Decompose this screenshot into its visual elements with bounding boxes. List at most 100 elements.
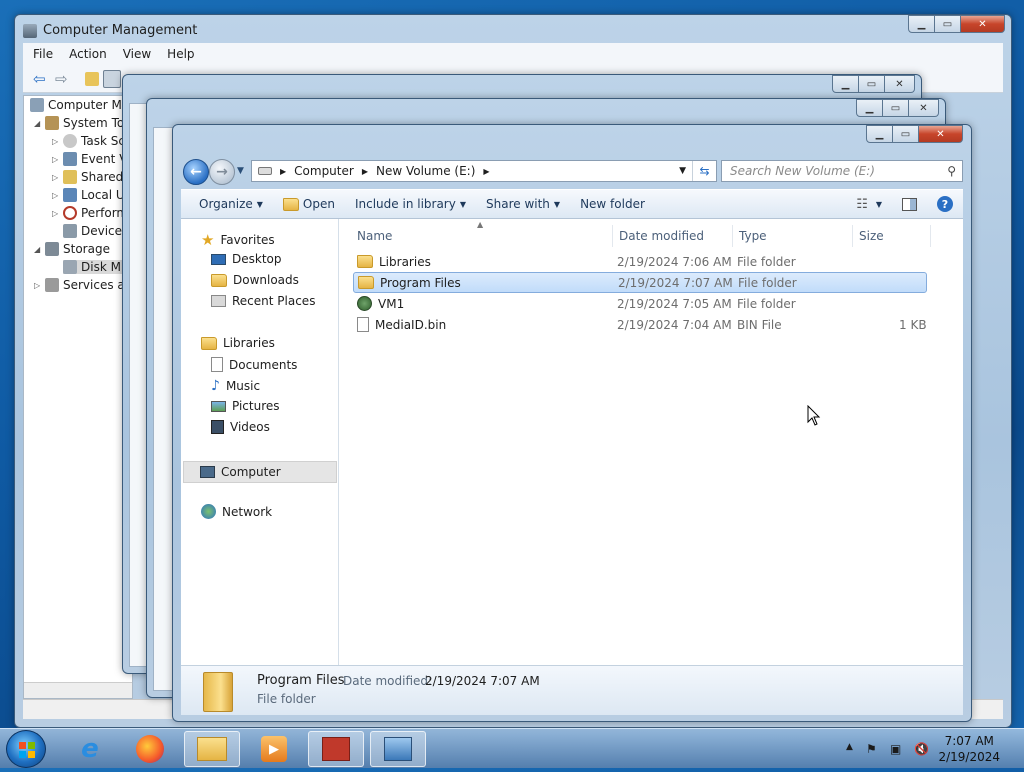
tree-item-event-viewer[interactable]: ▷ Event V [52, 152, 127, 166]
tree-item-shared-folders[interactable]: ▷ Shared [52, 170, 123, 184]
maximize-button[interactable]: ▭ [883, 99, 909, 117]
back-button[interactable]: ← [183, 159, 209, 185]
breadcrumb-computer[interactable]: Computer [294, 164, 354, 178]
collapse-arrow-icon[interactable]: ▷ [52, 155, 59, 164]
minimize-button[interactable]: ▁ [908, 15, 935, 33]
breadcrumb-new-volume[interactable]: New Volume (E:) [376, 164, 475, 178]
include-in-library-button[interactable]: Include in library ▼ [345, 197, 476, 211]
maximize-button[interactable]: ▭ [935, 15, 961, 33]
expand-arrow-icon[interactable]: ◢ [34, 119, 41, 128]
drive-icon [258, 167, 272, 175]
back-arrow-icon[interactable]: ⇦ [33, 70, 51, 88]
minimize-button[interactable]: ▁ [832, 75, 859, 93]
column-header-size[interactable]: Size [853, 225, 931, 247]
nav-network[interactable]: Network [201, 504, 272, 519]
search-icon[interactable]: ⚲ [947, 164, 956, 178]
organize-button[interactable]: Organize ▼ [181, 197, 273, 211]
show-hide-tree-icon[interactable] [103, 69, 121, 88]
collapse-arrow-icon[interactable]: ▷ [52, 173, 59, 182]
internet-explorer-icon: e [81, 734, 99, 764]
search-input[interactable]: Search New Volume (E:) ⚲ [721, 160, 963, 182]
show-hidden-icons-icon[interactable]: ▲ [846, 742, 860, 756]
close-button[interactable]: ✕ [885, 75, 915, 93]
collapse-arrow-icon[interactable]: ▷ [52, 137, 59, 146]
file-row-mediaid[interactable]: MediaID.bin 2/19/2024 7:04 AM BIN File 1… [353, 314, 927, 335]
taskbar-control-panel[interactable] [370, 731, 426, 767]
maximize-button[interactable]: ▭ [893, 125, 919, 143]
tree-item-performance[interactable]: ▷ Perform [52, 206, 128, 220]
nav-computer[interactable]: Computer [183, 461, 337, 483]
recent-places-icon [211, 295, 226, 307]
file-row-libraries[interactable]: Libraries 2/19/2024 7:06 AM File folder [353, 251, 927, 272]
collapse-arrow-icon[interactable]: ▷ [52, 191, 59, 200]
tree-item-storage[interactable]: ◢ Storage [34, 242, 110, 256]
column-header-name[interactable]: Name ▲ [351, 220, 613, 247]
address-dropdown-icon[interactable]: ▼ [679, 166, 686, 176]
column-header-type[interactable]: Type [733, 225, 853, 247]
file-size: 1 KB [899, 317, 927, 332]
documents-icon [211, 357, 223, 372]
breadcrumb-arrow-icon[interactable]: ▶ [280, 167, 286, 176]
close-button[interactable]: ✕ [909, 99, 939, 117]
tree-item-device-manager[interactable]: Device [63, 224, 122, 238]
collapse-arrow-icon[interactable]: ▷ [52, 209, 59, 218]
preview-pane-button[interactable] [892, 197, 927, 211]
nav-libraries[interactable]: Libraries [201, 336, 275, 350]
menu-file[interactable]: File [33, 47, 53, 61]
tree-item-local-users[interactable]: ▷ Local U [52, 188, 125, 202]
breadcrumb-arrow-icon[interactable]: ▶ [362, 167, 368, 176]
taskbar-explorer[interactable] [184, 731, 240, 767]
close-button[interactable]: ✕ [961, 15, 1005, 33]
file-row-vm1[interactable]: VM1 2/19/2024 7:05 AM File folder [353, 293, 927, 314]
breadcrumb-arrow-icon[interactable]: ▶ [483, 167, 489, 176]
file-row-program-files[interactable]: Program Files 2/19/2024 7:07 AM File fol… [353, 272, 927, 293]
volume-muted-icon[interactable]: 🔇 [914, 742, 929, 756]
nav-documents[interactable]: Documents [211, 357, 297, 372]
action-center-flag-icon[interactable]: ⚑ [866, 742, 880, 756]
taskbar-computer-management[interactable] [308, 731, 364, 767]
clock[interactable]: 7:07 AM 2/19/2024 [938, 733, 1000, 765]
new-folder-button[interactable]: New folder [570, 197, 655, 211]
nav-recent-places[interactable]: Recent Places [211, 294, 315, 308]
maximize-button[interactable]: ▭ [859, 75, 885, 93]
taskbar-media-player[interactable]: ▶ [246, 731, 302, 767]
tree-item-system-tools[interactable]: ◢ System To [34, 116, 124, 130]
share-with-button[interactable]: Share with ▼ [476, 197, 570, 211]
tree-label: Device [81, 224, 123, 238]
minimize-button[interactable]: ▁ [856, 99, 883, 117]
refresh-icon[interactable]: ⇆ [692, 161, 716, 181]
minimize-button[interactable]: ▁ [866, 125, 893, 143]
address-bar[interactable]: ▶ Computer ▶ New Volume (E:) ▶ ▼ ⇆ [251, 160, 717, 182]
up-folder-icon[interactable] [85, 71, 99, 86]
tree-item-services[interactable]: ▷ Services an [34, 278, 132, 292]
menu-action[interactable]: Action [69, 47, 107, 61]
tree-item-computer-management[interactable]: Computer Ma [30, 98, 129, 112]
help-button[interactable]: ? [927, 196, 963, 212]
nav-favorites[interactable]: ★ Favorites [201, 231, 275, 249]
forward-arrow-icon[interactable]: ⇨ [55, 70, 73, 88]
nav-music[interactable]: ♪ Music [211, 378, 260, 394]
taskbar-internet-explorer[interactable]: e [62, 731, 118, 767]
sort-ascending-icon: ▲ [477, 220, 484, 229]
tree-item-task-scheduler[interactable]: ▷ Task Sc [52, 134, 125, 148]
nav-desktop[interactable]: Desktop [211, 252, 282, 266]
collapse-arrow-icon[interactable]: ▷ [34, 281, 41, 290]
nav-videos[interactable]: Videos [211, 420, 270, 434]
menu-view[interactable]: View [123, 47, 151, 61]
change-view-button[interactable]: ☷ ▼ [846, 197, 892, 212]
close-button[interactable]: ✕ [919, 125, 963, 143]
menu-help[interactable]: Help [167, 47, 194, 61]
desktop-icon [211, 253, 226, 265]
tree-horizontal-scrollbar[interactable] [24, 682, 132, 698]
nav-pictures[interactable]: Pictures [211, 399, 280, 413]
forward-button[interactable]: → [209, 159, 235, 185]
expand-arrow-icon[interactable]: ◢ [34, 245, 41, 254]
start-button[interactable] [6, 730, 46, 768]
taskbar-firefox[interactable] [122, 731, 178, 767]
open-button[interactable]: Open [273, 197, 345, 211]
recent-pages-icon[interactable]: ▼ [237, 166, 244, 176]
nav-downloads[interactable]: Downloads [211, 273, 299, 287]
network-tray-icon[interactable]: ▣ [890, 742, 904, 756]
file-date: 2/19/2024 7:06 AM [617, 254, 732, 269]
column-header-date-modified[interactable]: Date modified [613, 225, 733, 247]
